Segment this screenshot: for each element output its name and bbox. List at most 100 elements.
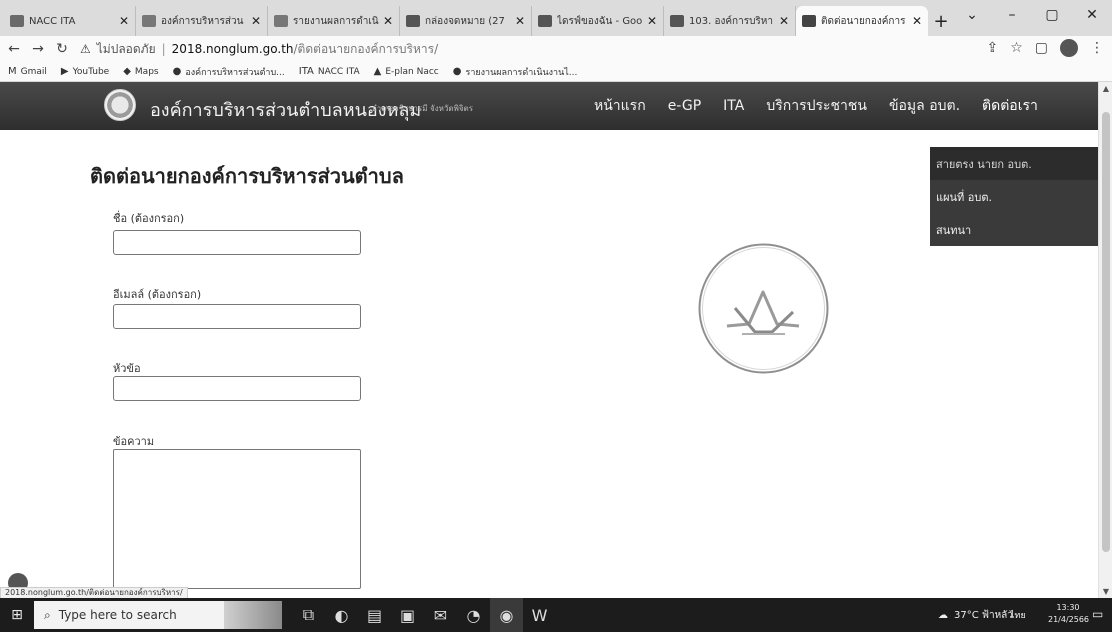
drive-favicon-icon [538,15,552,27]
bookmark-sao[interactable]: ● องค์การบริหารส่วนตำบ... [173,65,285,79]
bookmark-youtube[interactable]: ▶ YouTube [61,66,109,77]
search-highlight-image [224,601,282,629]
forward-arrow-icon[interactable]: → [28,41,48,57]
site-icon: ● [452,66,462,77]
bookmark-maps[interactable]: ◆ Maps [123,66,158,77]
close-window-button[interactable]: ✕ [1072,7,1112,23]
bookmark-nacc-ita[interactable]: ITA NACC ITA [299,66,360,77]
bookmarks-bar: M Gmail ▶ YouTube ◆ Maps ● องค์การบริหารส่วน… [0,62,1112,82]
url-field[interactable]: ⚠ ไม่ปลอดภัย | 2018.nonglum.go.th /ติดต่… [80,38,960,60]
tab-title: ติดต่อนายกองค์การ [821,15,906,27]
dropdown-item-map[interactable]: แผนที่ อบต. [930,180,1098,213]
crown-emblem-icon [698,243,829,374]
url-separator: | [161,42,166,56]
contact-dropdown-menu: สายตรง นายก อบต. แผนที่ อบต. สนทนา [930,147,1098,246]
tab-search-icon[interactable]: ⌄ [952,7,992,23]
tab-close-icon[interactable]: ✕ [779,14,789,28]
nav-ita[interactable]: ITA [723,98,744,114]
new-tab-button[interactable]: + [928,6,954,36]
word-icon[interactable]: W [523,598,556,632]
notification-icon[interactable]: ▭ [1092,607,1103,621]
profile-avatar[interactable] [1060,39,1078,57]
tab-close-icon[interactable]: ✕ [119,14,129,28]
tab-close-icon[interactable]: ✕ [251,14,261,28]
mail-icon[interactable]: ✉ [424,598,457,632]
app-icon[interactable]: ◔ [457,598,490,632]
reload-icon[interactable]: ↻ [52,41,72,57]
windows-start-icon[interactable]: ⊞ [0,598,34,632]
address-bar-actions: ⇪ ☆ ▢ ⋮ [986,39,1104,57]
subject-label: หัวข้อ [113,362,141,375]
nav-public-services[interactable]: บริการประชาชน [766,95,867,117]
url-path: /ติดต่อนายกองค์การบริหาร/ [293,41,439,56]
sheets-favicon-icon [670,15,684,27]
edge-icon[interactable]: ◐ [325,598,358,632]
warning-triangle-icon[interactable]: ⚠ [80,42,91,56]
back-arrow-icon[interactable]: ← [4,41,24,57]
scrollbar-thumb[interactable] [1102,112,1110,552]
name-input[interactable] [113,230,361,255]
tab-close-icon[interactable]: ✕ [383,14,393,28]
screen: NACC ITA ✕ องค์การบริหารส่วน ✕ รายงานผลการ… [0,0,1112,632]
bookmark-label: Maps [134,66,159,77]
sidebar-panel-icon[interactable]: ▢ [1035,40,1048,56]
tab-close-icon[interactable]: ✕ [647,14,657,28]
weather-text: 37°C ฟ้าหลัว [954,609,1013,621]
browser-tab[interactable]: องค์การบริหารส่วน ✕ [136,6,268,36]
browser-tab[interactable]: ไดรฟ์ของฉัน - Goo ✕ [532,6,664,36]
maps-icon: ◆ [123,66,131,77]
page-title: ติดต่อนายกองค์การบริหารส่วนตำบล [90,164,404,188]
task-view-icon[interactable]: ⧉ [292,598,325,632]
browser-tab[interactable]: NACC ITA ✕ [4,6,136,36]
message-textarea[interactable] [113,449,361,589]
weather-icon: ☁ [938,609,948,621]
nav-egp[interactable]: e-GP [668,98,701,114]
bookmark-eplan[interactable]: ▲ E-plan Nacc [374,66,439,77]
language-indicator[interactable]: ไทย [1010,608,1026,622]
taskbar-weather[interactable]: ☁ 37°C ฟ้าหลัว [938,598,1013,632]
tab-title: ไดรฟ์ของฉัน - Goo [557,15,643,27]
taskbar-clock[interactable]: 13:30 21/4/2566 [1048,602,1090,626]
tab-close-icon[interactable]: ✕ [515,14,525,28]
tab-title: 103. องค์การบริหา [689,15,773,27]
scroll-up-icon[interactable]: ▲ [1099,84,1112,93]
site-logo[interactable] [104,89,136,121]
subject-input[interactable] [113,376,361,401]
menu-dots-icon[interactable]: ⋮ [1090,40,1104,56]
file-explorer-icon[interactable]: ▤ [358,598,391,632]
maximize-button[interactable]: ▢ [1032,7,1072,23]
store-icon[interactable]: ▣ [391,598,424,632]
tab-close-icon[interactable]: ✕ [912,14,922,28]
dropdown-item-mayor-direct[interactable]: สายตรง นายก อบต. [930,147,1098,180]
dropdown-item-chat[interactable]: สนทนา [930,213,1098,246]
tab-title: องค์การบริหารส่วน [161,15,244,27]
page-scrollbar[interactable]: ▲ ▼ [1098,82,1112,598]
taskbar-search-box[interactable]: ⌕ Type here to search [34,601,224,629]
main-nav: หน้าแรก e-GP ITA บริการประชาชน ข้อมูล อบ… [594,82,1060,130]
clock-date: 21/4/2566 [1048,615,1090,624]
bookmark-star-icon[interactable]: ☆ [1010,40,1023,56]
tab-favicon-icon [142,15,156,27]
taskbar-apps: ⧉ ◐ ▤ ▣ ✉ ◔ ◉ W [292,598,556,632]
bookmark-label: E-plan Nacc [385,66,439,77]
nav-home[interactable]: หน้าแรก [594,95,646,117]
bookmark-report[interactable]: ● รายงานผลการดำเนินงานไ... [453,65,578,79]
tab-title: กล่องจดหมาย (27 [425,15,505,27]
scroll-down-icon[interactable]: ▼ [1099,587,1112,596]
minimize-button[interactable]: – [992,7,1032,23]
bookmark-label: Gmail [20,66,47,77]
browser-tab[interactable]: 103. องค์การบริหา ✕ [664,6,796,36]
browser-tab-active[interactable]: ติดต่อนายกองค์การ ✕ [796,6,928,36]
chrome-icon[interactable]: ◉ [490,598,523,632]
nav-sao-info[interactable]: ข้อมูล อบต. [889,95,960,117]
message-label: ข้อความ [113,435,155,448]
email-input[interactable] [113,304,361,329]
clock-time: 13:30 [1056,603,1080,612]
browser-tab[interactable]: กล่องจดหมาย (27 ✕ [400,6,532,36]
security-label: ไม่ปลอดภัย [96,41,156,56]
nav-contact[interactable]: ติดต่อเรา [982,95,1038,117]
share-icon[interactable]: ⇪ [986,40,998,56]
browser-tab[interactable]: รายงานผลการดำเนิ ✕ [268,6,400,36]
bookmark-gmail[interactable]: M Gmail [8,66,47,77]
tab-favicon-icon [274,15,288,27]
